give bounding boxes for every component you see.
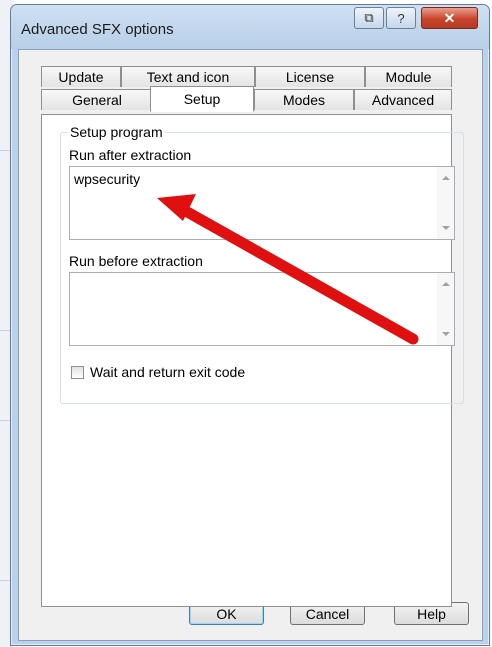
help-title-button[interactable]: ? xyxy=(386,7,416,29)
tab-update[interactable]: Update xyxy=(41,66,121,87)
wait-exit-code-checkbox[interactable] xyxy=(71,366,84,379)
tab-advanced[interactable]: Advanced xyxy=(354,89,452,110)
tab-label: Module xyxy=(385,69,432,85)
run-after-value: wpsecurity xyxy=(74,171,141,187)
run-before-field[interactable] xyxy=(69,272,455,346)
tab-label: Modes xyxy=(282,92,326,108)
title-bar[interactable]: Advanced SFX options ⧉ ? ✕ xyxy=(11,5,489,49)
scroll-down-icon[interactable] xyxy=(442,332,450,336)
tab-license[interactable]: License xyxy=(255,66,365,87)
run-after-scrollbar[interactable] xyxy=(437,167,454,239)
setup-program-group: Setup program Run after extraction wpsec… xyxy=(60,124,464,404)
window-title: Advanced SFX options xyxy=(21,21,174,38)
tab-label: Update xyxy=(58,69,104,85)
tab-general[interactable]: General xyxy=(41,89,153,110)
scroll-up-icon[interactable] xyxy=(442,176,450,180)
run-before-label: Run before extraction xyxy=(69,253,203,269)
tab-label: Text and icon xyxy=(146,69,230,85)
close-button[interactable]: ✕ xyxy=(421,7,478,29)
group-title: Setup program xyxy=(68,124,165,140)
tab-text-and-icon[interactable]: Text and icon xyxy=(121,66,255,87)
tab-modes[interactable]: Modes xyxy=(254,89,354,110)
dialog-client-area: Update Text and icon License Module Gene… xyxy=(18,49,483,641)
cancel-button-label: Cancel xyxy=(305,605,350,622)
scroll-down-icon[interactable] xyxy=(442,226,450,230)
window-icon: ⧉ xyxy=(364,10,374,25)
setup-tab-panel: Setup program Run after extraction wpsec… xyxy=(41,114,464,607)
tab-label: Advanced xyxy=(371,92,435,108)
question-mark-icon: ? xyxy=(397,10,405,26)
help-button-label: Help xyxy=(417,605,446,622)
tab-label: Setup xyxy=(183,91,221,107)
run-after-label: Run after extraction xyxy=(69,147,192,163)
run-before-scrollbar[interactable] xyxy=(437,273,454,345)
context-help-button[interactable]: ⧉ xyxy=(354,7,384,29)
ok-button-label: OK xyxy=(216,605,237,622)
tab-label: General xyxy=(72,92,122,108)
close-icon: ✕ xyxy=(443,9,456,26)
tab-label: License xyxy=(285,69,335,85)
run-after-field[interactable]: wpsecurity xyxy=(69,166,455,240)
tab-module[interactable]: Module xyxy=(365,66,452,87)
advanced-sfx-options-dialog: Advanced SFX options ⧉ ? ✕ Update Text a… xyxy=(10,4,490,646)
wait-exit-code-label[interactable]: Wait and return exit code xyxy=(90,364,245,380)
scroll-up-icon[interactable] xyxy=(442,282,450,286)
tab-setup[interactable]: Setup xyxy=(150,86,254,112)
